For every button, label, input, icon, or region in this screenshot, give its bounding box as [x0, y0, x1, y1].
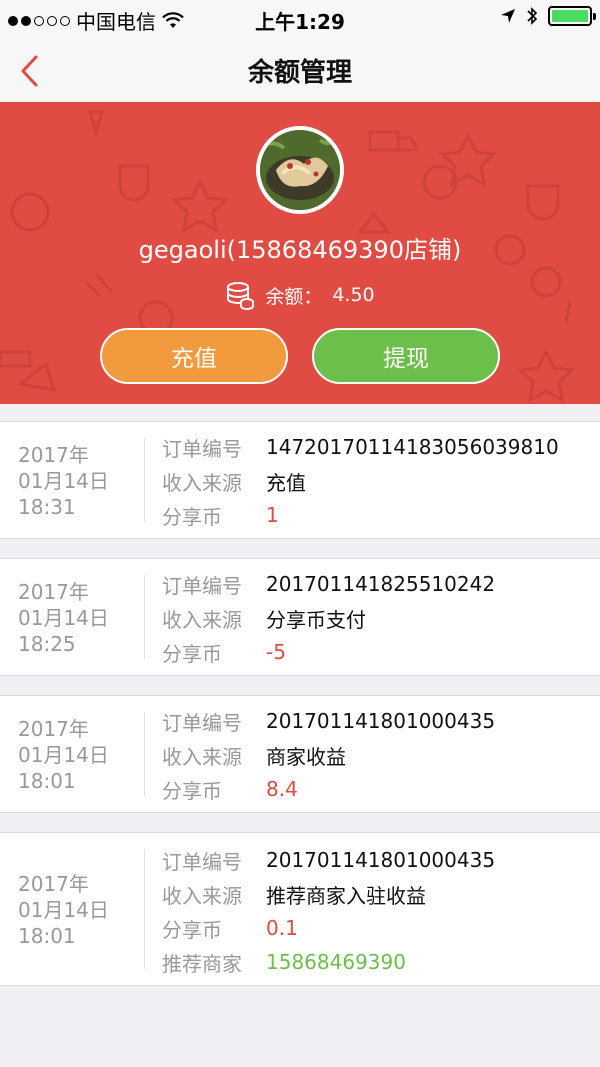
list-item[interactable]: 2017年 01月14日 18:25 订单编号 2017011418255102…: [0, 558, 600, 676]
record-date-time: 18:31: [18, 495, 76, 519]
record-referrer-row: 推荐商家 15868469390: [162, 946, 406, 978]
record-order-row: 订单编号 201701141801000435: [162, 844, 495, 876]
record-date-day: 01月14日: [18, 898, 109, 922]
record-coin-amount: -5: [266, 640, 286, 664]
record-date-day: 01月14日: [18, 469, 109, 493]
record-order-number: 14720170114183056039810: [266, 435, 559, 459]
list-item[interactable]: 2017年 01月14日 18:01 订单编号 2017011418010004…: [0, 695, 600, 813]
record-source-row: 收入来源 分享币支付: [162, 602, 366, 634]
balance-row: 余额： 4.50: [0, 280, 600, 310]
record-date-year: 2017年: [18, 580, 89, 604]
record-date: 2017年 01月14日 18:31: [18, 442, 128, 520]
record-referrer-phone[interactable]: 15868469390: [266, 950, 406, 974]
record-date: 2017年 01月14日 18:01: [18, 871, 128, 949]
list-item[interactable]: 2017年 01月14日 18:31 订单编号 1472017011418305…: [0, 421, 600, 539]
record-coin-row: 分享币 8.4: [162, 773, 298, 805]
record-source: 分享币支付: [266, 607, 366, 632]
record-source-label: 收入来源: [162, 883, 242, 908]
record-date: 2017年 01月14日 18:01: [18, 716, 128, 794]
coins-icon: [227, 282, 255, 310]
record-coin-amount: 0.1: [266, 916, 298, 940]
bluetooth-icon: [527, 7, 538, 25]
record-source-label: 收入来源: [162, 470, 242, 495]
record-source: 商家收益: [266, 744, 346, 769]
page-title: 余额管理: [247, 58, 352, 88]
record-date-day: 01月14日: [18, 743, 109, 767]
record-date-time: 18:25: [18, 632, 76, 656]
record-coin-label: 分享币: [162, 778, 222, 803]
avatar-image: [260, 130, 340, 210]
status-bar: 中国电信 上午1:29: [0, 0, 600, 40]
nav-bar: 余额管理: [0, 40, 600, 102]
record-source-label: 收入来源: [162, 607, 242, 632]
record-coin-amount: 8.4: [266, 777, 298, 801]
record-date-year: 2017年: [18, 443, 89, 467]
record-order-label: 订单编号: [162, 710, 242, 735]
record-coin-label: 分享币: [162, 641, 222, 666]
record-divider: [144, 438, 145, 522]
record-order-number: 201701141801000435: [266, 848, 496, 872]
record-order-row: 订单编号 201701141825510242: [162, 568, 495, 600]
withdraw-button[interactable]: 提现: [312, 328, 500, 384]
record-order-number: 201701141801000435: [266, 709, 496, 733]
record-order-label: 订单编号: [162, 849, 242, 874]
record-coin-row: 分享币 1: [162, 499, 279, 531]
profile-header: gegaoli(15868469390店铺) 余额： 4.50 充值 提现: [0, 102, 600, 404]
record-order-row: 订单编号 14720170114183056039810: [162, 431, 559, 463]
record-coin-row: 分享币 -5: [162, 636, 286, 668]
record-source: 推荐商家入驻收益: [266, 883, 426, 908]
record-source-row: 收入来源 商家收益: [162, 739, 346, 771]
record-date-time: 18:01: [18, 769, 76, 793]
record-order-label: 订单编号: [162, 573, 242, 598]
record-referrer-label: 推荐商家: [162, 951, 242, 976]
balance-label: 余额：: [265, 285, 323, 308]
record-divider: [144, 575, 145, 659]
record-order-number: 201701141825510242: [266, 572, 496, 596]
record-date-year: 2017年: [18, 872, 89, 896]
record-divider: [144, 712, 145, 796]
battery-icon: [548, 6, 596, 26]
recharge-button[interactable]: 充值: [100, 328, 288, 384]
record-source-row: 收入来源 推荐商家入驻收益: [162, 878, 426, 910]
record-coin-row: 分享币 0.1: [162, 912, 298, 944]
record-date-time: 18:01: [18, 924, 76, 948]
record-source: 充值: [266, 470, 306, 495]
shop-name: gegaoli(15868469390店铺): [138, 236, 462, 264]
record-source-label: 收入来源: [162, 744, 242, 769]
record-date: 2017年 01月14日 18:25: [18, 579, 128, 657]
avatar[interactable]: [256, 126, 344, 214]
record-source-row: 收入来源 充值: [162, 465, 306, 497]
record-divider: [144, 849, 145, 969]
status-right: [500, 6, 596, 26]
record-coin-label: 分享币: [162, 917, 222, 942]
record-date-year: 2017年: [18, 717, 89, 741]
record-coin-amount: 1: [266, 503, 279, 527]
record-order-label: 订单编号: [162, 436, 242, 461]
balance-value: 4.50: [332, 284, 375, 306]
record-order-row: 订单编号 201701141801000435: [162, 705, 495, 737]
record-date-day: 01月14日: [18, 606, 109, 630]
list-item[interactable]: 2017年 01月14日 18:01 订单编号 2017011418010004…: [0, 832, 600, 986]
record-coin-label: 分享币: [162, 504, 222, 529]
location-arrow-icon: [501, 9, 515, 23]
